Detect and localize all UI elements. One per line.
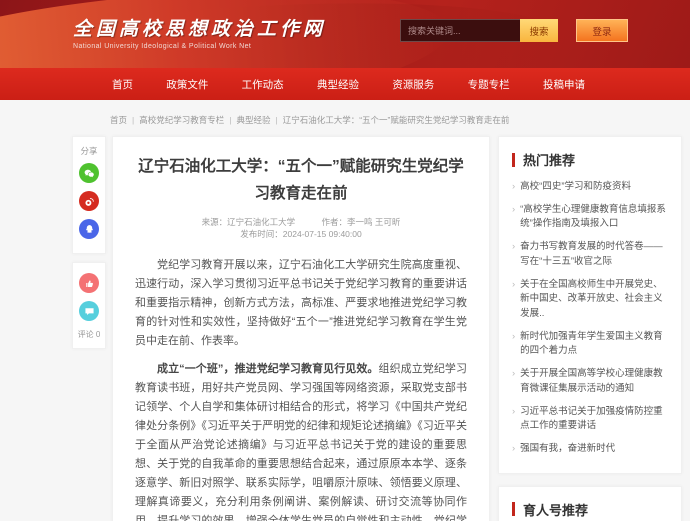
nav-item-home[interactable]: 首页 bbox=[112, 77, 133, 92]
title-accent-bar bbox=[512, 502, 515, 516]
list-item: ›新时代加强青年学生爱国主义教育的四个着力点 bbox=[512, 330, 668, 359]
share-column: 分享 评论 0 bbox=[72, 136, 106, 349]
chevron-right-icon: › bbox=[512, 405, 515, 434]
breadcrumb: 首页 | 高校党纪学习教育专栏 | 典型经验 | 辽宁石油化工大学：“五个一”赋能研究生党纪… bbox=[110, 114, 690, 126]
breadcrumb-column[interactable]: 高校党纪学习教育专栏 bbox=[139, 115, 224, 125]
hot-item-link[interactable]: 习近平总书记关于加强疫情防控重点工作的重要讲话 bbox=[520, 405, 668, 434]
article-meta: 来源：辽宁石油化工大学 作者：李一鸣 王可昕 发布时间：2024-07-15 0… bbox=[135, 216, 467, 240]
share-widget: 分享 bbox=[72, 136, 106, 254]
article-source: 来源：辽宁石油化工大学 bbox=[202, 217, 296, 227]
header-actions: 搜索 登录 bbox=[400, 19, 628, 42]
chevron-right-icon: › bbox=[512, 330, 515, 359]
list-item: ›奋力书写教育发展的时代答卷——写在“十三五”收官之际 bbox=[512, 240, 668, 269]
nav-item-work-updates[interactable]: 工作动态 bbox=[242, 77, 284, 92]
breadcrumb-current: 辽宁石油化工大学：“五个一”赋能研究生党纪学习教育走在前 bbox=[283, 115, 510, 125]
hot-item-link[interactable]: “高校学生心理健康教育信息填报系统”操作指南及填报入口 bbox=[520, 203, 668, 232]
breadcrumb-separator: | bbox=[132, 115, 134, 125]
article-paragraph: 党纪学习教育开展以来，辽宁石油化工大学研究生院高度重视、迅速行动，深入学习贯彻习… bbox=[135, 256, 467, 351]
wechat-share-icon[interactable] bbox=[79, 163, 99, 183]
nav-item-resource-services[interactable]: 资源服务 bbox=[392, 77, 434, 92]
site-logo[interactable]: 全国高校思想政治工作网 National University Ideologi… bbox=[73, 14, 326, 50]
hot-recommend-title: 热门推荐 bbox=[512, 150, 668, 169]
breadcrumb-separator: | bbox=[275, 115, 277, 125]
search-button[interactable]: 搜索 bbox=[520, 19, 558, 42]
chevron-right-icon: › bbox=[512, 180, 515, 195]
article-title: 辽宁石油化工大学：“五个一”赋能研究生党纪学习教育走在前 bbox=[135, 153, 467, 207]
search-box: 搜索 bbox=[400, 19, 558, 42]
qq-share-icon[interactable] bbox=[79, 219, 99, 239]
comment-count-label: 评论 0 bbox=[73, 329, 105, 343]
nav-item-submission[interactable]: 投稿申请 bbox=[543, 77, 585, 92]
share-label: 分享 bbox=[73, 145, 105, 157]
hot-item-link[interactable]: 关于开展全国高等学校心理健康教育微课征集展示活动的通知 bbox=[520, 367, 668, 396]
site-header: 全国高校思想政治工作网 National University Ideologi… bbox=[0, 0, 690, 68]
article-card: 辽宁石油化工大学：“五个一”赋能研究生党纪学习教育走在前 来源：辽宁石油化工大学… bbox=[112, 136, 490, 521]
hot-item-link[interactable]: 奋力书写教育发展的时代答卷——写在“十三五”收官之际 bbox=[520, 240, 668, 269]
chevron-right-icon: › bbox=[512, 367, 515, 396]
list-item: ›关于开展全国高等学校心理健康教育微课征集展示活动的通知 bbox=[512, 367, 668, 396]
feedback-widget: 评论 0 bbox=[72, 262, 106, 349]
breadcrumb-category[interactable]: 典型经验 bbox=[236, 115, 270, 125]
site-subtitle: National University Ideological & Politi… bbox=[73, 43, 326, 50]
hot-item-link[interactable]: 高校“四史”学习和防疫资料 bbox=[520, 180, 631, 195]
title-accent-bar bbox=[512, 153, 515, 167]
list-item: › 强国有我，奋进新时代 bbox=[512, 442, 668, 457]
hot-item-link[interactable]: 新时代加强青年学生爱国主义教育的四个着力点 bbox=[520, 330, 668, 359]
login-button[interactable]: 登录 bbox=[576, 19, 628, 42]
comment-icon[interactable] bbox=[79, 301, 99, 321]
chevron-right-icon: › bbox=[512, 278, 515, 322]
yuren-recommend-title: 育人号推荐 bbox=[512, 500, 668, 519]
list-item: ›“高校学生心理健康教育信息填报系统”操作指南及填报入口 bbox=[512, 203, 668, 232]
search-input[interactable] bbox=[400, 19, 520, 42]
breadcrumb-home[interactable]: 首页 bbox=[110, 115, 127, 125]
like-icon[interactable] bbox=[79, 273, 99, 293]
weibo-share-icon[interactable] bbox=[79, 191, 99, 211]
hot-item-link[interactable]: 关于在全国高校师生中开展党史、新中国史、改革开放史、社会主义发展.. bbox=[520, 278, 668, 322]
list-item: ›习近平总书记关于加强疫情防控重点工作的重要讲话 bbox=[512, 405, 668, 434]
page-content: 首页 | 高校党纪学习教育专栏 | 典型经验 | 辽宁石油化工大学：“五个一”赋能研究生党纪… bbox=[0, 100, 690, 521]
nav-item-policy-docs[interactable]: 政策文件 bbox=[166, 77, 208, 92]
list-item: ›关于在全国高校师生中开展党史、新中国史、改革开放史、社会主义发展.. bbox=[512, 278, 668, 322]
main-nav: 首页 政策文件 工作动态 典型经验 资源服务 专题专栏 投稿申请 bbox=[0, 68, 690, 100]
article-publish-time: 发布时间：2024-07-15 09:40:00 bbox=[240, 229, 361, 239]
breadcrumb-separator: | bbox=[229, 115, 231, 125]
right-sidebar: 热门推荐 ›高校“四史”学习和防疫资料 ›“高校学生心理健康教育信息填报系统”操… bbox=[498, 136, 682, 521]
chevron-right-icon: › bbox=[512, 240, 515, 269]
yuren-recommend-panel: 育人号推荐 ›加强政治理论学习，筑牢师德师风底线 高职学院机械工程学院..202… bbox=[498, 486, 682, 521]
chevron-right-icon: › bbox=[512, 203, 515, 232]
article-author: 作者：李一鸣 王可昕 bbox=[322, 217, 401, 227]
list-item: › 高校“四史”学习和防疫资料 bbox=[512, 180, 668, 195]
article-paragraph: 成立“一个班”，推进党纪学习教育见行见效。组织成立党纪学习教育读书班，用好共产党… bbox=[135, 360, 467, 521]
nav-item-typical-experience[interactable]: 典型经验 bbox=[317, 77, 359, 92]
site-title: 全国高校思想政治工作网 bbox=[73, 14, 326, 41]
chevron-right-icon: › bbox=[512, 442, 515, 457]
hot-item-link[interactable]: 强国有我，奋进新时代 bbox=[520, 442, 615, 457]
hot-recommend-panel: 热门推荐 ›高校“四史”学习和防疫资料 ›“高校学生心理健康教育信息填报系统”操… bbox=[498, 136, 682, 474]
nav-item-special-columns[interactable]: 专题专栏 bbox=[468, 77, 510, 92]
